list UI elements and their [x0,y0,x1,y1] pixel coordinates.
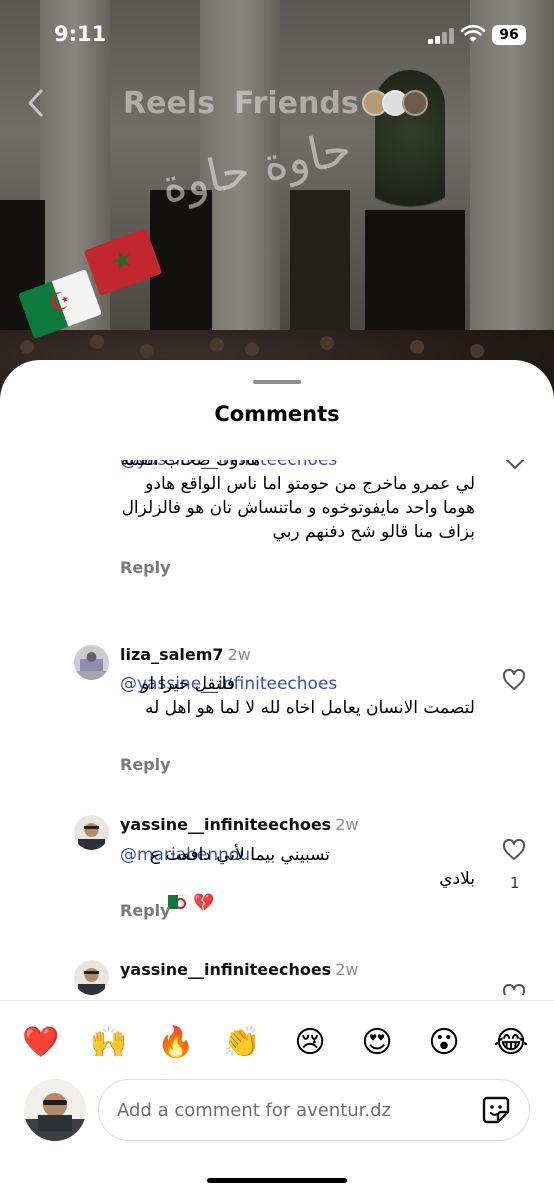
reaction-laughing[interactable]: 😂 [491,1023,531,1063]
status-bar: 9:11 96 [0,0,554,70]
like-heart-icon[interactable] [502,984,526,995]
avatar[interactable] [74,815,109,850]
comment-age: 2w [227,645,251,664]
list-item: yassine__infiniteechoes 2w [0,960,554,995]
reaction-heart[interactable]: ❤️ [21,1023,61,1063]
battery-level: 96 [492,25,526,45]
status-time: 9:11 [54,22,107,46]
sheet-title: Comments [214,402,340,426]
list-item: @yassine__infiniteechoes هادوك صحاب الفت… [0,460,554,598]
like-heart-icon[interactable] [502,839,526,861]
comment-body: هادوك صحاب الفتنة لي عمرو ماخرج من حومتو… [120,460,475,542]
reels-header: Reels Friends [0,80,554,128]
avatar[interactable] [24,1079,86,1141]
flag-emoji-row: 💔 [120,891,475,915]
reply-button[interactable]: Reply [120,558,171,577]
comment-body: تسبيني بيما لأني دافعت ع بلادي [150,845,475,889]
reaction-crying[interactable]: 😢 [290,1023,330,1063]
list-item: yassine__infiniteechoes 2w 1 @mariabennou… [0,815,554,935]
comment-text: @yassine__infiniteechoes فلتقل خيرا او ل… [120,672,475,720]
reaction-heart-eyes[interactable]: 😍 [357,1023,397,1063]
chevron-down-icon[interactable] [505,460,525,470]
wifi-icon [460,24,486,42]
comment-text: @yassine__infiniteechoes هادوك صحاب الفت… [120,460,475,544]
comments-sheet: Comments @yassine__infiniteechoes هادوك … [0,360,554,1200]
reaction-clap[interactable]: 👏 [222,1023,262,1063]
comment-username[interactable]: yassine__infiniteechoes 2w [120,960,358,979]
sticker-icon[interactable] [480,1094,512,1126]
sheet-grabber-handle[interactable] [253,380,301,384]
like-count: 1 [510,874,520,892]
reaction-surprised[interactable]: 😮 [424,1023,464,1063]
comment-input[interactable] [98,1079,530,1141]
reaction-fire[interactable]: 🔥 [156,1023,196,1063]
comment-text: @mariabennoui تسبيني بيما لأني دافعت ع ب… [120,843,475,915]
comments-list[interactable]: @yassine__infiniteechoes هادوك صحاب الفت… [0,460,554,995]
home-indicator[interactable] [207,1178,347,1183]
friends-avatar-stack[interactable] [362,90,432,120]
quick-reactions-bar: ❤️ 🙌 🔥 👏 😢 😍 😮 😂 [0,1000,554,1070]
comment-username[interactable]: liza_salem7 2w [120,645,251,664]
algeria-flag-emoji [168,895,188,909]
tab-friends[interactable]: Friends [234,86,359,121]
back-chevron-icon[interactable] [26,88,44,118]
list-item: liza_salem7 2w @yassine__infiniteechoes ف… [0,645,554,795]
cellular-signal-icon [428,28,454,44]
comment-username[interactable]: yassine__infiniteechoes 2w [120,815,358,834]
avatar[interactable] [74,645,109,680]
reaction-raised-hands[interactable]: 🙌 [89,1023,129,1063]
comment-composer [0,1075,554,1145]
like-heart-icon[interactable] [502,669,526,691]
broken-heart-emoji: 💔 [193,893,215,913]
comment-age: 2w [335,960,359,979]
reply-button[interactable]: Reply [120,755,171,774]
avatar [402,90,428,116]
reply-button[interactable]: Reply [120,901,171,920]
comment-age: 2w [335,815,359,834]
avatar[interactable] [74,960,109,995]
tab-reels[interactable]: Reels [123,86,215,121]
